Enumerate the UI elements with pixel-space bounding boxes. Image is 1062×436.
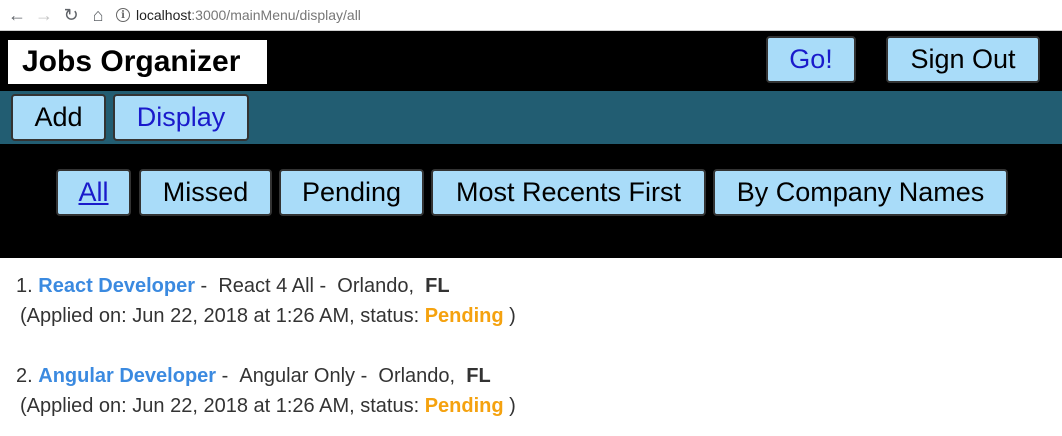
sort-most-recent-button[interactable]: Most Recents First	[431, 169, 706, 216]
filter-missed-button[interactable]: Missed	[139, 169, 272, 216]
list-item: 2. Angular Developer - Angular Only - Or…	[16, 365, 516, 417]
reload-icon[interactable]: ↻	[60, 4, 82, 26]
back-arrow-icon[interactable]: ←	[6, 4, 28, 26]
job-state: FL	[425, 275, 450, 297]
job-applied-close: )	[509, 395, 516, 417]
add-button[interactable]: Add	[11, 94, 106, 141]
job-applied-text: (Applied on: Jun 22, 2018 at 1:26 AM, st…	[20, 395, 420, 417]
job-applied-text: (Applied on: Jun 22, 2018 at 1:26 AM, st…	[20, 305, 420, 327]
job-index: 2.	[16, 365, 33, 387]
url-path: :3000/mainMenu/display/all	[191, 7, 361, 23]
url-host: localhost	[136, 7, 192, 23]
display-button[interactable]: Display	[113, 94, 249, 141]
forward-arrow-icon[interactable]: →	[33, 4, 55, 26]
job-applied-close: )	[509, 305, 516, 327]
browser-toolbar: ← → ↻ ⌂ i localhost:3000/mainMenu/displa…	[0, 0, 1062, 31]
job-title-link[interactable]: Angular Developer	[38, 365, 216, 388]
job-title-link[interactable]: React Developer	[38, 275, 195, 298]
job-city: Orlando,	[337, 275, 415, 297]
sign-out-button[interactable]: Sign Out	[886, 36, 1040, 83]
job-list: 1. React Developer - React 4 All - Orlan…	[0, 258, 1062, 425]
info-icon[interactable]: i	[116, 8, 130, 22]
filter-all-button[interactable]: All	[56, 169, 131, 216]
job-status-badge: Pending	[424, 305, 504, 327]
main-menu: Add Display	[0, 91, 1062, 144]
go-button[interactable]: Go!	[766, 36, 856, 83]
job-company: Angular Only	[239, 365, 356, 387]
job-city: Orlando,	[378, 365, 456, 387]
app-title: Jobs Organizer	[8, 40, 267, 84]
home-icon[interactable]: ⌂	[87, 4, 109, 26]
job-status-badge: Pending	[424, 395, 504, 417]
list-item: 1. React Developer - React 4 All - Orlan…	[16, 275, 516, 327]
filter-pending-button[interactable]: Pending	[279, 169, 424, 216]
sort-company-names-button[interactable]: By Company Names	[713, 169, 1008, 216]
address-bar[interactable]: i localhost:3000/mainMenu/display/all	[116, 3, 1056, 28]
app-header: Jobs Organizer Go! Sign Out	[0, 31, 1062, 91]
job-company: React 4 All	[218, 275, 314, 297]
job-state: FL	[466, 365, 491, 387]
filter-bar: All Missed Pending Most Recents First By…	[0, 144, 1062, 258]
job-index: 1.	[16, 275, 33, 297]
